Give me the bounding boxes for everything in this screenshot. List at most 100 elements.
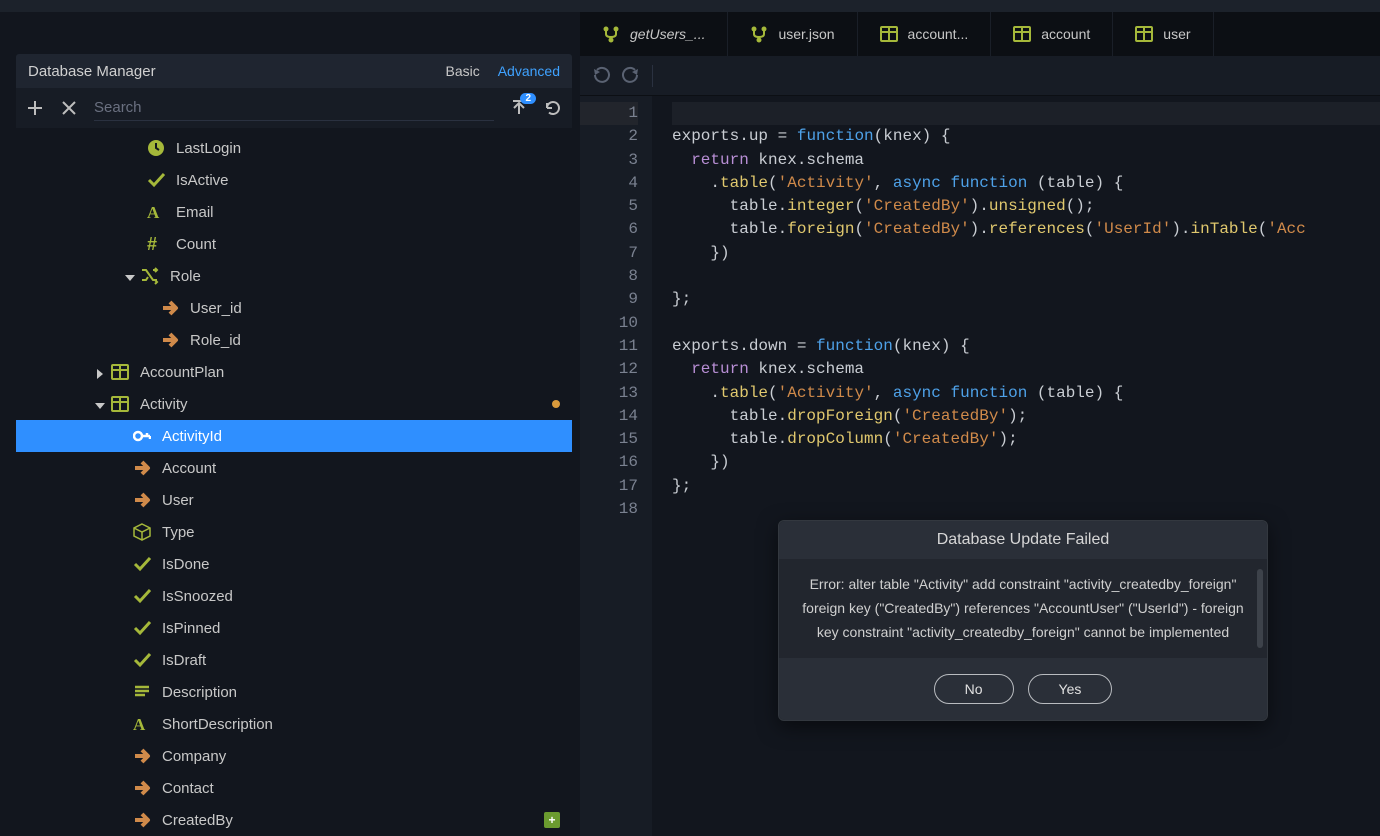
mode-basic[interactable]: Basic (445, 63, 479, 79)
error-dialog: Database Update Failed Error: alter tabl… (778, 520, 1268, 721)
tree-item-lastlogin[interactable]: LastLogin (16, 132, 572, 164)
tree-item-activityid[interactable]: ActivityId (16, 420, 572, 452)
table-icon (880, 25, 898, 43)
schema-tree: LastLogin IsActive Email Count Role User_id Ro… (16, 128, 572, 836)
dialog-title: Database Update Failed (779, 521, 1267, 559)
tree-label: Activity (140, 396, 188, 413)
modified-indicator (552, 400, 560, 408)
tree-label: IsDraft (162, 652, 206, 669)
tree-label: ActivityId (162, 428, 222, 445)
tree-item-activity[interactable]: Activity (16, 388, 572, 420)
close-button[interactable] (60, 99, 78, 117)
editor-tabs: getUsers_...user.jsonaccount...accountus… (580, 12, 1380, 56)
arrow-icon (132, 491, 152, 509)
undo-button[interactable] (592, 66, 612, 86)
tab-account[interactable]: account (991, 12, 1113, 56)
table-icon (1135, 25, 1153, 43)
arrow-icon (132, 779, 152, 797)
shuffle-icon (140, 267, 160, 285)
tree-item-isdone[interactable]: IsDone (16, 548, 572, 580)
tree-item-isactive[interactable]: IsActive (16, 164, 572, 196)
arrow-icon (132, 811, 152, 829)
line-numbers: 123456789101112131415161718 (580, 96, 652, 836)
tab-getUsers_[interactable]: getUsers_... (580, 12, 728, 56)
tree-item-role_id[interactable]: Role_id (16, 324, 572, 356)
tree-item-account[interactable]: Account (16, 452, 572, 484)
table-icon (110, 363, 130, 381)
hash-icon (146, 235, 166, 253)
tree-label: User (162, 492, 194, 509)
chevron-down-icon[interactable] (118, 269, 138, 283)
table-icon (110, 395, 130, 413)
check-icon (146, 171, 166, 189)
sync-badge: 2 (520, 93, 536, 104)
dialog-no-button[interactable]: No (934, 674, 1014, 704)
table-icon (1013, 25, 1031, 43)
tree-label: IsDone (162, 556, 210, 573)
arrow-icon (132, 459, 152, 477)
code-editor[interactable]: exports.up = function(knex) { return kne… (652, 96, 1380, 836)
arrow-icon (160, 331, 180, 349)
tree-label: Role_id (190, 332, 241, 349)
tree-item-accountplan[interactable]: AccountPlan (16, 356, 572, 388)
tree-label: IsPinned (162, 620, 220, 637)
tree-label: Role (170, 268, 201, 285)
tree-item-shortdescription[interactable]: ShortDescription (16, 708, 572, 740)
key-icon (132, 427, 152, 445)
tree-label: CreatedBy (162, 812, 233, 829)
tab-userjson[interactable]: user.json (728, 12, 857, 56)
mode-advanced[interactable]: Advanced (498, 63, 560, 79)
tree-item-isdraft[interactable]: IsDraft (16, 644, 572, 676)
database-manager-panel: Database Manager Basic Advanced 2 LastLo… (0, 12, 580, 836)
tree-item-ispinned[interactable]: IsPinned (16, 612, 572, 644)
tree-item-email[interactable]: Email (16, 196, 572, 228)
branch-icon (750, 25, 768, 43)
cube-icon (132, 523, 152, 541)
tree-label: Company (162, 748, 226, 765)
panel-title: Database Manager (28, 63, 156, 80)
arrow-icon (132, 747, 152, 765)
clock-icon (146, 139, 166, 157)
tree-label: Type (162, 524, 195, 541)
chevron-right-icon[interactable] (88, 365, 108, 379)
chevron-down-icon[interactable] (88, 397, 108, 411)
dialog-scrollbar[interactable] (1257, 569, 1263, 648)
redo-button[interactable] (622, 66, 642, 86)
tree-label: Description (162, 684, 237, 701)
check-icon (132, 587, 152, 605)
dialog-message: Error: alter table "Activity" add constr… (802, 576, 1243, 640)
tree-label: IsSnoozed (162, 588, 233, 605)
tree-item-description[interactable]: Description (16, 676, 572, 708)
font-icon (132, 715, 152, 733)
dialog-yes-button[interactable]: Yes (1028, 674, 1113, 704)
tree-item-type[interactable]: Type (16, 516, 572, 548)
tree-label: User_id (190, 300, 242, 317)
tree-label: Account (162, 460, 216, 477)
tree-label: IsActive (176, 172, 229, 189)
add-badge[interactable]: + (544, 812, 560, 828)
tree-item-count[interactable]: Count (16, 228, 572, 260)
tab-account[interactable]: account... (858, 12, 992, 56)
tree-label: ShortDescription (162, 716, 273, 733)
tree-item-user[interactable]: User (16, 484, 572, 516)
arrow-icon (160, 299, 180, 317)
tree-label: Count (176, 236, 216, 253)
tree-item-role[interactable]: Role (16, 260, 572, 292)
branch-icon (602, 25, 620, 43)
tree-label: Contact (162, 780, 214, 797)
add-button[interactable] (26, 99, 44, 117)
tree-item-contact[interactable]: Contact (16, 772, 572, 804)
tree-label: Email (176, 204, 214, 221)
tree-item-user_id[interactable]: User_id (16, 292, 572, 324)
check-icon (132, 619, 152, 637)
tab-user[interactable]: user (1113, 12, 1213, 56)
tree-item-company[interactable]: Company (16, 740, 572, 772)
refresh-button[interactable] (544, 99, 562, 117)
tree-label: AccountPlan (140, 364, 224, 381)
search-input[interactable] (94, 95, 494, 121)
font-icon (146, 203, 166, 221)
tree-item-issnoozed[interactable]: IsSnoozed (16, 580, 572, 612)
lines-icon (132, 683, 152, 701)
tree-item-createdby[interactable]: CreatedBy + (16, 804, 572, 836)
tree-label: LastLogin (176, 140, 241, 157)
